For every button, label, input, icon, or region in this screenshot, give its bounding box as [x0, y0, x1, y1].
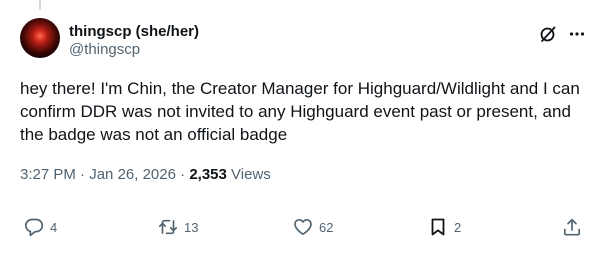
views-label: Views [231, 166, 271, 183]
repost-count: 13 [184, 219, 199, 235]
author-handle[interactable]: @thingscp [69, 41, 140, 59]
post-text: hey there! I'm Chin, the Creator Manager… [20, 79, 580, 144]
reply-icon [24, 218, 44, 237]
post-date[interactable]: Jan 26, 2026 [89, 166, 176, 183]
repost-icon [158, 219, 178, 235]
reply-count: 4 [50, 219, 58, 235]
more-icon[interactable] [567, 24, 587, 44]
bookmark-count: 2 [454, 219, 462, 235]
bookmark-icon [431, 218, 445, 236]
thread-connector-line [39, 0, 41, 10]
heart-icon [294, 218, 312, 236]
like-button[interactable]: 62 [293, 215, 333, 239]
reply-button[interactable]: 4 [24, 215, 57, 239]
author-display-name[interactable]: thingscp (she/her) [69, 23, 199, 41]
post-time[interactable]: 3:27 PM [20, 166, 76, 183]
repost-button[interactable]: 13 [158, 215, 198, 239]
views-count: 2,353 [189, 166, 227, 183]
meta-separator: · [80, 166, 90, 183]
grok-icon[interactable] [538, 24, 558, 44]
share-button[interactable] [562, 215, 582, 239]
avatar[interactable] [20, 18, 60, 58]
avatar-glow [33, 28, 47, 44]
share-icon [563, 218, 581, 236]
bookmark-button[interactable]: 2 [428, 215, 461, 239]
post-meta: 3:27 PM · Jan 26, 2026 · 2,353 Views [20, 165, 271, 185]
like-count: 62 [319, 219, 334, 235]
meta-separator: · [180, 166, 190, 183]
